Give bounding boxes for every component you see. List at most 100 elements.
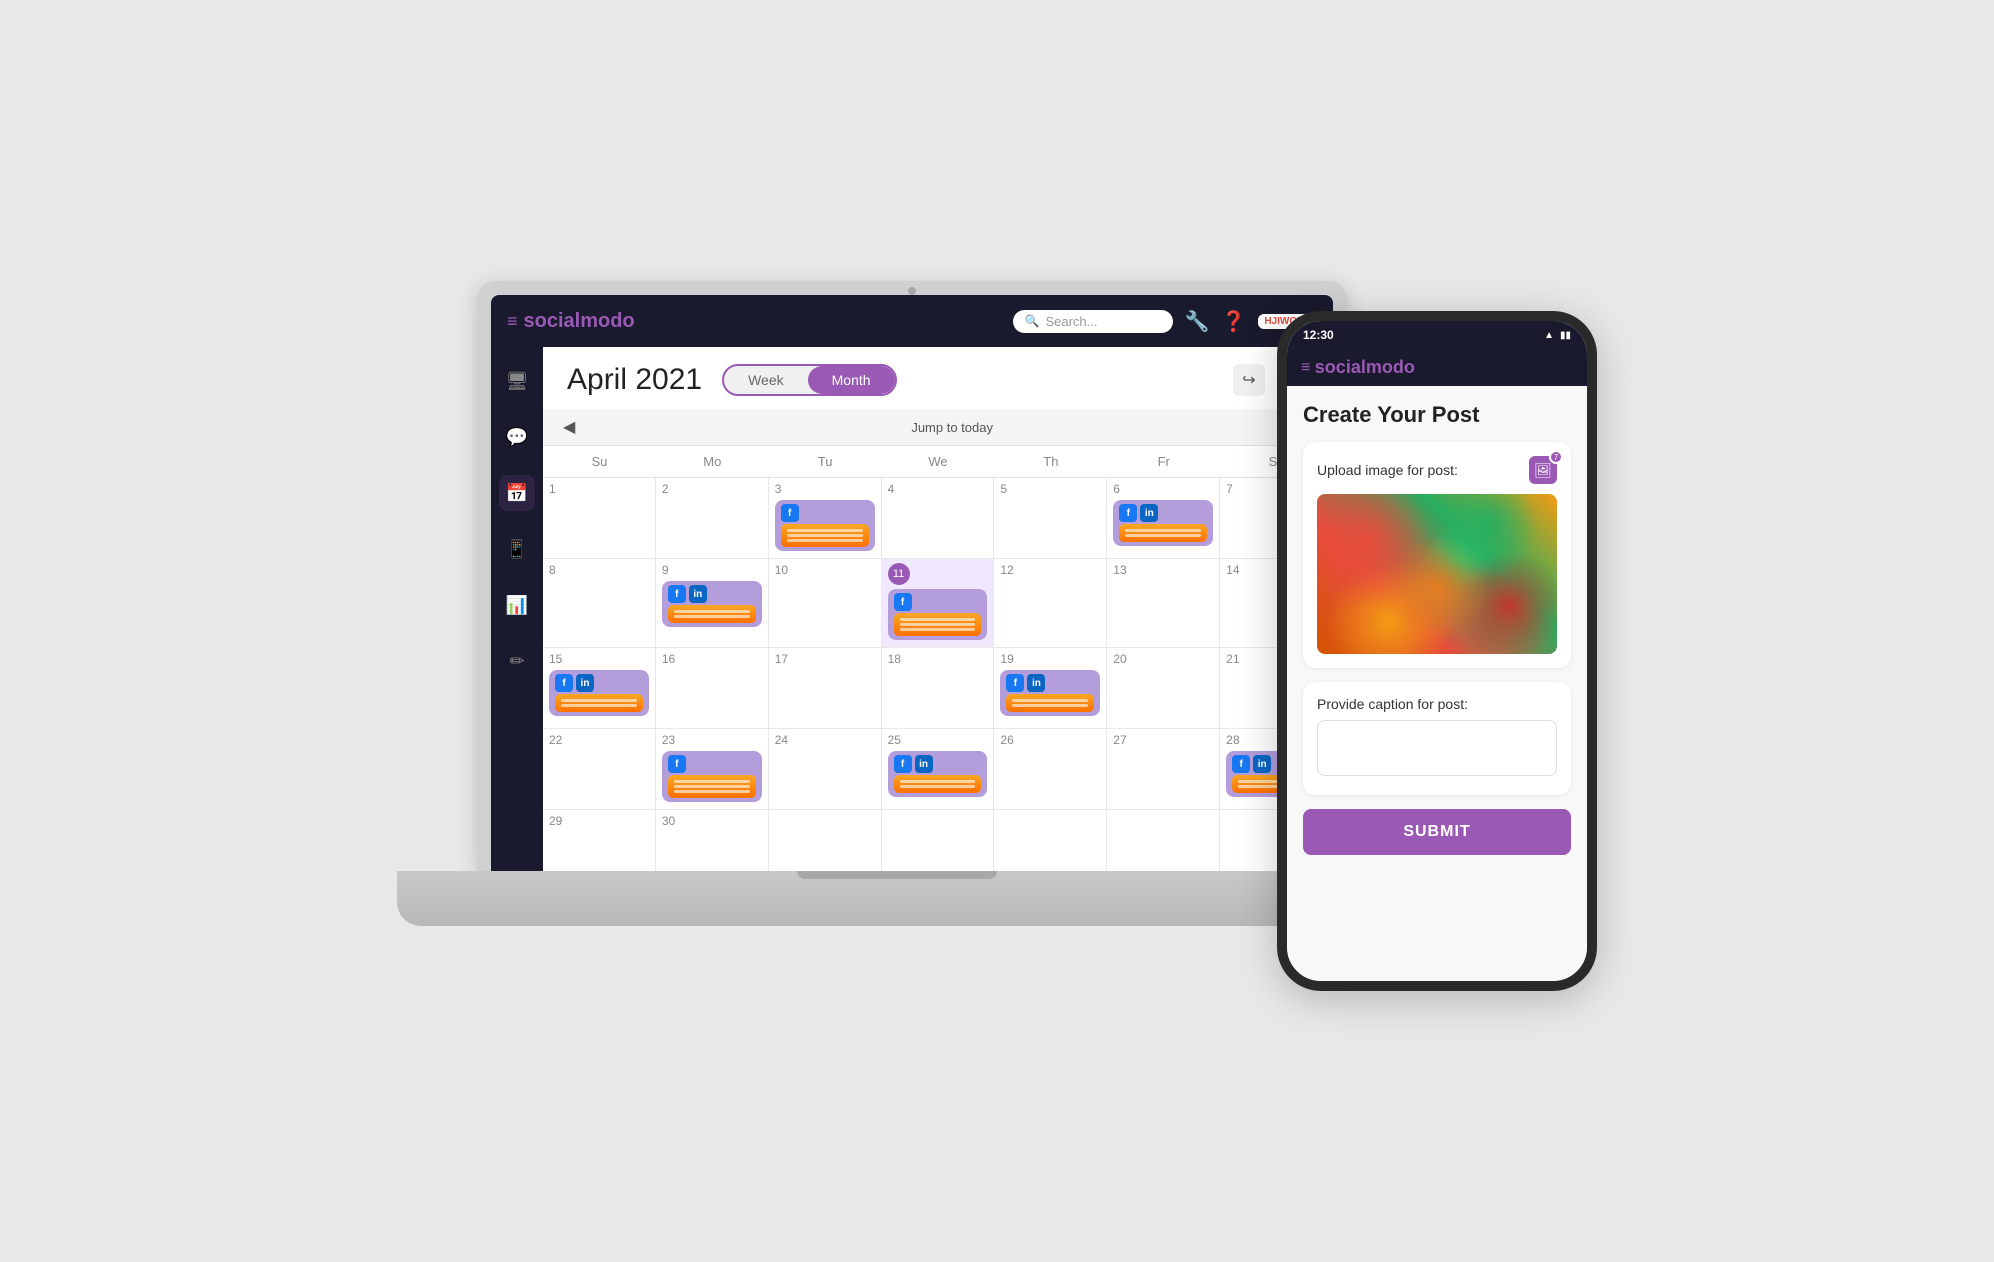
laptop: ≡ socialmodo 🔍 Search... 🔧 ❓ HJIWORX bbox=[397, 281, 1397, 981]
facebook-icon: f bbox=[1119, 504, 1137, 522]
post-event[interactable]: f in bbox=[1113, 500, 1213, 546]
sidebar-item-chat[interactable]: 💬 bbox=[499, 419, 535, 455]
facebook-icon: f bbox=[781, 504, 799, 522]
share-icon[interactable]: ↪ bbox=[1233, 364, 1265, 396]
cal-cell-empty4 bbox=[1107, 810, 1220, 871]
facebook-icon: f bbox=[668, 585, 686, 603]
post-event[interactable]: f bbox=[888, 589, 988, 640]
settings-icon[interactable]: 🔧 bbox=[1185, 309, 1210, 334]
cal-cell-18: 18 bbox=[882, 648, 995, 728]
cal-cell-20: 20 bbox=[1107, 648, 1220, 728]
cal-cell-17: 17 bbox=[769, 648, 882, 728]
day-header-we: We bbox=[882, 446, 995, 477]
facebook-icon: f bbox=[894, 755, 912, 773]
cal-cell-27: 27 bbox=[1107, 729, 1220, 809]
day-header-fr: Fr bbox=[1107, 446, 1220, 477]
phone-time: 12:30 bbox=[1303, 328, 1334, 342]
facebook-icon: f bbox=[668, 755, 686, 773]
cal-cell-23[interactable]: 23 f bbox=[656, 729, 769, 809]
upload-section: Upload image for post: 🖼 7 bbox=[1303, 442, 1571, 668]
post-event[interactable]: f bbox=[775, 500, 875, 551]
cal-cell-25[interactable]: 25 f in bbox=[882, 729, 995, 809]
post-icons: f in bbox=[1119, 504, 1207, 522]
post-event[interactable]: f in bbox=[549, 670, 649, 716]
calendar-nav: ◀ Jump to today bbox=[543, 409, 1333, 446]
logo: ≡ socialmodo bbox=[507, 310, 635, 333]
post-event-content bbox=[668, 605, 756, 623]
cal-cell-15[interactable]: 15 f in bbox=[543, 648, 656, 728]
sidebar-item-mobile[interactable]: 📱 bbox=[499, 531, 535, 567]
sidebar-item-monitor[interactable]: 🖥 bbox=[499, 363, 535, 399]
cal-cell-16: 16 bbox=[656, 648, 769, 728]
create-post-title: Create Your Post bbox=[1303, 402, 1571, 428]
cal-week-1: 1 2 3 f bbox=[543, 478, 1333, 559]
calendar-header: April 2021 Week Month ↪ 🗑 bbox=[543, 347, 1333, 409]
battery-icon: ▮▮ bbox=[1560, 330, 1571, 341]
calendar-grid: Su Mo Tu We Th Fr Sa bbox=[543, 446, 1333, 871]
help-icon[interactable]: ❓ bbox=[1221, 309, 1246, 334]
prev-arrow[interactable]: ◀ bbox=[555, 415, 583, 439]
sidebar-item-edit[interactable]: ✏ bbox=[499, 643, 535, 679]
post-icons: f in bbox=[668, 585, 756, 603]
cal-cell-11[interactable]: 11 f bbox=[882, 559, 995, 647]
linkedin-icon: in bbox=[1253, 755, 1271, 773]
submit-button[interactable]: SUBMIT bbox=[1303, 809, 1571, 855]
caption-input[interactable] bbox=[1317, 720, 1557, 776]
post-icons: f bbox=[894, 593, 982, 611]
post-event[interactable]: f bbox=[662, 751, 762, 802]
cal-cell-29: 29 bbox=[543, 810, 656, 871]
linkedin-icon: in bbox=[689, 585, 707, 603]
linkedin-icon: in bbox=[915, 755, 933, 773]
upload-image-icon[interactable]: 🖼 7 bbox=[1529, 456, 1557, 484]
linkedin-icon: in bbox=[576, 674, 594, 692]
phone-status-icons: ▲ ▮▮ bbox=[1544, 330, 1571, 341]
cal-cell-26: 26 bbox=[994, 729, 1107, 809]
search-icon: 🔍 bbox=[1025, 314, 1040, 328]
search-box[interactable]: 🔍 Search... bbox=[1013, 310, 1173, 333]
cal-cell-8: 8 bbox=[543, 559, 656, 647]
app-header: ≡ socialmodo 🔍 Search... 🔧 ❓ HJIWORX bbox=[491, 295, 1333, 347]
post-event[interactable]: f in bbox=[1000, 670, 1100, 716]
post-icons: f in bbox=[894, 755, 982, 773]
phone: 12:30 ▲ ▮▮ ≡ socialmodo Create Your Post… bbox=[1277, 311, 1597, 991]
food-image-inner bbox=[1317, 494, 1557, 654]
caption-label: Provide caption for post: bbox=[1317, 696, 1557, 712]
sidebar: 🖥 💬 📅 📱 📊 ✏ bbox=[491, 347, 543, 871]
calendar-weeks: 1 2 3 f bbox=[543, 478, 1333, 871]
main-content: April 2021 Week Month ↪ 🗑 bbox=[543, 347, 1333, 871]
day-header-th: Th bbox=[994, 446, 1107, 477]
post-event[interactable]: f in bbox=[662, 581, 762, 627]
laptop-body: ≡ socialmodo 🔍 Search... 🔧 ❓ HJIWORX bbox=[477, 281, 1347, 871]
post-event-content bbox=[1119, 524, 1207, 542]
cal-cell-4: 4 bbox=[882, 478, 995, 558]
sidebar-item-chart[interactable]: 📊 bbox=[499, 587, 535, 623]
post-event-content bbox=[555, 694, 643, 712]
phone-content: Create Your Post Upload image for post: … bbox=[1287, 386, 1587, 981]
facebook-icon: f bbox=[1006, 674, 1024, 692]
cal-cell-2: 2 bbox=[656, 478, 769, 558]
month-view-button[interactable]: Month bbox=[808, 366, 895, 394]
cal-cell-9[interactable]: 9 f in bbox=[656, 559, 769, 647]
post-event[interactable]: f in bbox=[888, 751, 988, 797]
cal-cell-empty2 bbox=[882, 810, 995, 871]
cal-week-2: 8 9 f in bbox=[543, 559, 1333, 648]
post-event-content bbox=[894, 775, 982, 793]
sidebar-item-calendar[interactable]: 📅 bbox=[499, 475, 535, 511]
cal-week-3: 15 f in bbox=[543, 648, 1333, 729]
cal-cell-3[interactable]: 3 f bbox=[769, 478, 882, 558]
facebook-icon: f bbox=[1232, 755, 1250, 773]
jump-today-button[interactable]: Jump to today bbox=[583, 420, 1321, 435]
week-view-button[interactable]: Week bbox=[724, 366, 808, 394]
cal-cell-12: 12 bbox=[994, 559, 1107, 647]
cal-cell-6[interactable]: 6 f in bbox=[1107, 478, 1220, 558]
day-header-su: Su bbox=[543, 446, 656, 477]
cal-week-5: 29 30 bbox=[543, 810, 1333, 871]
phone-app-header: ≡ socialmodo bbox=[1287, 349, 1587, 386]
logo-lines-icon: ≡ bbox=[507, 311, 518, 332]
food-image[interactable] bbox=[1317, 494, 1557, 654]
post-icons: f in bbox=[1006, 674, 1094, 692]
facebook-icon: f bbox=[555, 674, 573, 692]
cal-cell-empty3 bbox=[994, 810, 1107, 871]
cal-cell-5: 5 bbox=[994, 478, 1107, 558]
cal-cell-19[interactable]: 19 f in bbox=[994, 648, 1107, 728]
